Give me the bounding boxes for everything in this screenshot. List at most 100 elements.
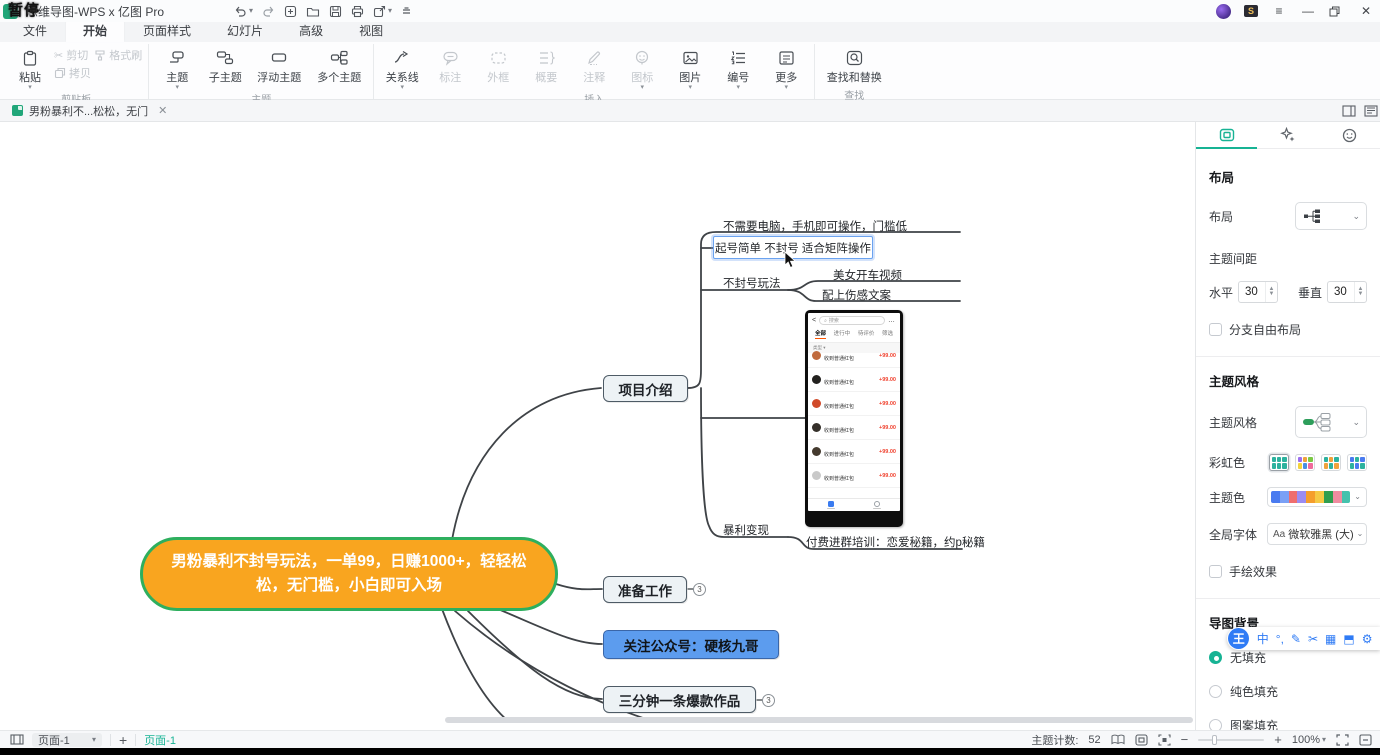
collapse-panel-icon[interactable] (1359, 734, 1372, 746)
format-painter-button[interactable]: 格式刷 (94, 47, 142, 63)
focus-mode-icon[interactable] (1158, 734, 1171, 746)
tab-page-style[interactable]: 页面样式 (126, 19, 208, 42)
print-button[interactable] (351, 5, 364, 18)
page-select-dropdown[interactable]: 页面-1 ▾ (32, 733, 102, 747)
more-insert-button[interactable]: 更多 ▾ (764, 47, 808, 89)
add-page-button[interactable]: + (119, 732, 127, 748)
undo-button[interactable]: ▾ (234, 5, 253, 18)
user-avatar[interactable] (1216, 4, 1231, 19)
rainbow-color-button[interactable] (1321, 454, 1341, 471)
canvas-view-icon[interactable] (1364, 105, 1378, 117)
vertical-spacing-stepper[interactable]: 30 ▲▼ (1327, 281, 1367, 303)
global-font-dropdown[interactable]: Aa 微软雅黑 (大) ⌄ (1267, 523, 1367, 545)
ime-tool-icon[interactable]: ✎ (1287, 632, 1304, 646)
topic-three-min[interactable]: 三分钟一条爆款作品 (603, 686, 756, 713)
split-view-icon[interactable] (1342, 105, 1356, 117)
input-method-toolbar[interactable]: 王 中°,✎✂▦⬒⚙ (1227, 627, 1380, 650)
fullscreen-icon[interactable] (1336, 734, 1349, 746)
restore-button[interactable] (1329, 6, 1345, 17)
subtopic-button[interactable]: 子主题 (203, 47, 247, 85)
central-topic[interactable]: 男粉暴利不封号玩法，一单99，日赚1000+，轻轻松松，无门槛，小白即可入场 (140, 537, 558, 611)
topic-button[interactable]: 主题 ▾ (155, 47, 199, 89)
rainbow-color-button[interactable] (1269, 454, 1289, 471)
page-tab-1[interactable]: 页面-1 (144, 732, 176, 748)
document-tab[interactable]: 男粉暴利不...松松，无门 ✕ (8, 103, 171, 119)
topic-sad-copy[interactable]: 配上伤感文案 (822, 287, 891, 303)
tab-advanced[interactable]: 高级 (282, 19, 340, 42)
stepper-arrows-icon[interactable]: ▲▼ (1354, 282, 1366, 302)
horizontal-scrollbar[interactable] (445, 717, 1193, 723)
solid-fill-radio[interactable] (1209, 685, 1222, 698)
zoom-out-button[interactable]: − (1181, 732, 1189, 747)
zoom-level-dropdown[interactable]: 100% ▾ (1292, 734, 1326, 746)
rainbow-color-button[interactable] (1347, 454, 1367, 471)
page-list-icon[interactable] (10, 734, 24, 745)
close-button[interactable]: ✕ (1358, 4, 1374, 18)
mindmap-canvas[interactable]: 男粉暴利不封号玩法，一单99，日赚1000+，轻轻松松，无门槛，小白即可入场 项… (0, 122, 1195, 730)
tab-view[interactable]: 视图 (342, 19, 400, 42)
save-button[interactable] (329, 5, 342, 18)
ime-tool-icon[interactable]: ✂ (1304, 632, 1321, 646)
copy-button[interactable]: 拷贝 (54, 65, 91, 81)
tab-file[interactable]: 文件 (6, 19, 64, 42)
free-layout-checkbox[interactable] (1209, 323, 1222, 336)
new-file-button[interactable] (284, 5, 297, 18)
zoom-in-button[interactable]: + (1274, 732, 1282, 747)
topic-prepare[interactable]: 准备工作 (603, 576, 687, 603)
floating-topic-button[interactable]: 浮动主题 (251, 47, 307, 85)
collapsed-badge-three-min[interactable]: 3 (762, 694, 775, 707)
ime-tool-icon[interactable]: ⬒ (1340, 632, 1358, 646)
svip-badge[interactable]: S (1244, 5, 1258, 17)
topic-follow-account[interactable]: 关注公众号：硬核九哥 (603, 630, 779, 659)
ime-tool-icon[interactable]: °, (1272, 632, 1287, 646)
fit-window-icon[interactable] (1135, 734, 1148, 746)
comment-button[interactable]: 注释 (572, 47, 616, 85)
collapsed-badge-prepare[interactable]: 3 (693, 583, 706, 596)
rainbow-color-button[interactable] (1295, 454, 1315, 471)
image-button[interactable]: 图片 ▾ (668, 47, 712, 89)
customize-toolbar-button[interactable] (401, 6, 412, 17)
ime-tool-icon[interactable]: 中 (1253, 630, 1272, 647)
boundary-button[interactable]: 外框 (476, 47, 520, 85)
panel-tab-style[interactable] (1196, 122, 1257, 148)
tab-slides[interactable]: 幻灯片 (210, 19, 280, 42)
summary-button[interactable]: 概要 (524, 47, 568, 85)
panel-tab-ai[interactable] (1257, 122, 1318, 148)
ime-tool-icon[interactable]: ▦ (1322, 632, 1340, 646)
minimize-button[interactable]: — (1300, 4, 1316, 18)
open-file-button[interactable] (306, 5, 320, 18)
numbering-button[interactable]: 编号 ▾ (716, 47, 760, 89)
stepper-arrows-icon[interactable]: ▲▼ (1265, 282, 1277, 302)
topic-no-ban-play[interactable]: 不封号玩法 (723, 275, 781, 291)
cut-button[interactable]: ✂ 剪切 (54, 47, 88, 63)
layout-dropdown[interactable]: ⌄ (1295, 202, 1367, 230)
redo-button[interactable] (262, 5, 275, 18)
hand-drawn-checkbox[interactable] (1209, 565, 1222, 578)
theme-color-dropdown[interactable]: ⌄ (1267, 487, 1367, 507)
tab-home[interactable]: 开始 (66, 19, 124, 42)
panel-tab-icons[interactable] (1319, 122, 1380, 148)
topic-project-intro[interactable]: 项目介绍 (603, 375, 688, 402)
paste-button[interactable]: 粘贴 ▾ (10, 47, 50, 89)
menu-button[interactable]: ≡ (1271, 4, 1287, 18)
ime-logo-icon[interactable]: 王 (1228, 628, 1249, 649)
theme-style-dropdown[interactable]: ⌄ (1295, 406, 1367, 438)
share-button[interactable]: ▾ (373, 5, 392, 18)
horizontal-spacing-stepper[interactable]: 30 ▲▼ (1238, 281, 1278, 303)
zoom-slider[interactable] (1198, 739, 1264, 741)
document-tab-close-icon[interactable]: ✕ (158, 104, 167, 117)
find-replace-button[interactable]: 查找和替换 (821, 47, 887, 85)
no-fill-radio[interactable] (1209, 651, 1222, 664)
topic-profit[interactable]: 暴利变现 (723, 522, 769, 538)
multiple-topics-button[interactable]: 多个主题 (311, 47, 367, 85)
topic-no-pc[interactable]: 不需要电脑，手机即可操作，门槛低 (723, 218, 907, 234)
reading-view-icon[interactable] (1111, 734, 1125, 745)
callout-button[interactable]: 标注 (428, 47, 472, 85)
attached-phone-screenshot[interactable]: < ⌕搜索 … 全部 进行中 待评价 筛选 类型 ▾ 收到普通红包 (805, 310, 903, 527)
topic-beauty-video[interactable]: 美女开车视频 (833, 267, 902, 283)
icon-mark-button[interactable]: 图标 ▾ (620, 47, 664, 89)
topic-paid-group[interactable]: 付费进群培训：恋爱秘籍，约p秘籍 (806, 534, 985, 550)
ime-tool-icon[interactable]: ⚙ (1358, 632, 1376, 646)
zoom-slider-thumb[interactable] (1212, 735, 1217, 745)
relationship-line-button[interactable]: 关系线 ▾ (380, 47, 424, 89)
